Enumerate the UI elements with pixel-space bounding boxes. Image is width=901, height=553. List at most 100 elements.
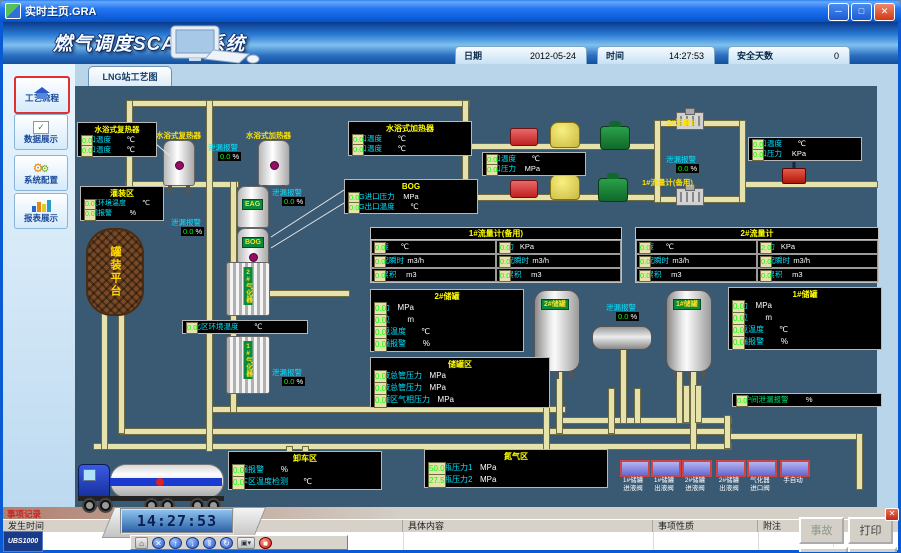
heater-vessel-label: 水浴式加热器 (246, 130, 291, 141)
cell-value: 2.0 (760, 242, 772, 254)
sidebar-item-process-flow[interactable]: 工艺流程 (14, 76, 70, 114)
panel-unloading-area: 卸车区 泄漏报警0.0%卸车区温度检测0.0℃ (228, 451, 382, 490)
panel-title: 2#流量计 (636, 228, 878, 240)
flowmeter-2-label: 2#流量计 (667, 117, 698, 128)
print-button[interactable]: 打印 (848, 517, 893, 544)
vessel-port (249, 253, 258, 262)
table-cell: 总累积0.0m3 (757, 268, 878, 282)
panel-tank-1: 1#储罐 压力0.0MPa液位0.0m环境温度0.0℃泄漏报警0.0% (728, 287, 882, 350)
panel-title: 1#储罐 (732, 289, 878, 300)
pipe-segment (608, 388, 615, 434)
sidebar-item-system-config[interactable]: ⚙⚙ 系统配置 (14, 155, 68, 191)
table-cell: 总累积0.0m3 (496, 268, 621, 282)
panel-unit: % (764, 336, 788, 348)
eag-vessel: EAG (237, 186, 269, 228)
flow-meter-1 (676, 188, 704, 206)
truck-cab (78, 464, 110, 500)
vaporizer-1: 1#气化器 (226, 336, 270, 394)
pipe-segment (683, 385, 690, 423)
panel-row: 出口温度0.0℃ (352, 144, 468, 154)
panel-filling-area: 灌装区 灌区环境温度0.0℃泄漏报警0.0% (80, 186, 164, 221)
window-titlebar[interactable]: 实时主页.GRA ─ □ ✕ (0, 0, 901, 22)
sidebar-item-data-display[interactable]: ✓ 数据展示 (14, 114, 68, 150)
valve-button-tank2-outlet[interactable] (716, 460, 746, 477)
cell-value: 0.0 (374, 270, 386, 282)
cell-unit: m3/h (790, 256, 810, 266)
panel-row: 进口温度0.0℃ (81, 135, 153, 145)
refresh-button[interactable]: ↻ (220, 537, 233, 549)
panel-value: 0.0 (752, 149, 764, 161)
pipe-segment (128, 100, 470, 107)
panel-row: BOG出口温度0.0℃ (348, 202, 474, 212)
minimize-button[interactable]: ─ (828, 3, 849, 21)
water-bath-heater-vessel (258, 140, 290, 186)
table-cell: 标况瞬时0.0m3/h (496, 254, 621, 268)
sidebar-item-report-display[interactable]: 报表展示 (14, 193, 68, 229)
panel-row: 氮气瓶压力150.0MPa (428, 462, 604, 474)
panel-row: 液位0.0m (374, 314, 520, 326)
valve-button-tank1-inlet[interactable] (620, 460, 650, 477)
header-banner: 燃气调度SCADA系统 日期 2012-05-24 时间 14:27:53 安全… (3, 22, 898, 66)
home-button[interactable]: ⌂ (135, 537, 148, 549)
event-record-panel: 事项记录 发生时间 站 名 称 具体内容 事项性质 附注 14:27:53 ⌂ … (3, 507, 898, 550)
pause-button[interactable]: ‖ (203, 537, 216, 549)
table-row: 温度0.0℃压力0.0KPa (371, 240, 621, 254)
cell-unit: ℃ (654, 242, 674, 252)
cell-value: 0.0 (374, 256, 386, 268)
pipe-segment (634, 388, 641, 424)
valve-label: 1#储罐出液阀 (647, 477, 681, 492)
panel-title: 1#流量计(备用) (371, 228, 621, 240)
nav-down-button[interactable]: ↓ (186, 537, 199, 549)
panel-value: 0.0 (374, 338, 387, 352)
panel-bog: BOG BOG进口压力0.0MPaBOG出口温度0.0℃ (344, 179, 478, 214)
panel-unit: ℃ (382, 144, 406, 154)
leak-alarm: 泄漏报警 0.0 % (272, 188, 305, 206)
panel-row: 泄漏报警0.0% (374, 338, 520, 350)
tab-lng-process[interactable]: LNG站工艺图 (88, 66, 172, 87)
cell-unit: KPa (514, 242, 534, 252)
filter-valve (510, 128, 538, 146)
panel-title: 氮气区 (428, 451, 604, 462)
panel-row: 泄漏报警0.0% (232, 464, 378, 476)
close-button[interactable]: ✕ (874, 3, 895, 21)
cell-unit: m3 (397, 270, 417, 280)
cell-unit: m3/h (669, 256, 689, 266)
table-row: 温度0.0℃压力2.0KPa (636, 240, 878, 254)
panel-unit: ℃ (239, 322, 263, 332)
valve-label: 2#储罐进液阀 (678, 477, 712, 492)
panel-value: 0.0 (84, 209, 96, 221)
panel-unit: ℃ (382, 134, 406, 144)
panel-row: 出口温度0.0℃ (81, 145, 153, 155)
pressure-regulator (600, 126, 630, 150)
close-nav-button[interactable]: ✕ (152, 537, 165, 549)
screen-select-button[interactable]: ▣▾ (237, 537, 255, 549)
vaporizer-2-label: 2#气化器 (244, 267, 253, 305)
nav-up-button[interactable]: ↑ (169, 537, 182, 549)
table-cell: 日累积0.0m3 (371, 268, 496, 282)
panel-tank-2: 2#储罐 压力0.0MPa液位0.0m环境温度0.0℃泄漏报警0.0% (370, 289, 524, 352)
event-panel-close-icon[interactable]: ✕ (885, 508, 899, 521)
cell-value: 0.0 (760, 270, 772, 282)
valve-button-vaporizer-inlet[interactable] (747, 460, 777, 477)
auto-manual-button[interactable] (780, 460, 810, 477)
partial-button[interactable] (799, 547, 848, 552)
stop-button[interactable]: ■ (259, 537, 272, 549)
partial-button[interactable] (848, 547, 897, 552)
accident-button[interactable]: 事故 (799, 517, 844, 544)
leak-alarm: 泄漏报警 0.0 % (666, 155, 699, 173)
storage-tank-1-label: 1#储罐 (673, 299, 701, 310)
pressure-regulator (598, 178, 628, 202)
valve-button-tank1-outlet[interactable] (651, 460, 681, 477)
safe-days-field: 安全天数 0 (728, 46, 850, 64)
panel-heater: 水浴式加热器 进口温度0.0℃出口温度0.0℃ (348, 121, 472, 156)
valve-button-tank2-inlet[interactable] (682, 460, 712, 477)
panel-value: 0.0 (186, 322, 198, 334)
maximize-button[interactable]: □ (851, 3, 872, 21)
panel-row: BOG进口压力0.0MPa (348, 192, 474, 202)
panel-title: 2#储罐 (374, 291, 520, 302)
pipe-segment (676, 370, 683, 424)
computer-graphic (153, 24, 263, 64)
vaporizer-2: 2#气化器 (226, 262, 270, 316)
pipe-segment (739, 120, 746, 203)
valve-label: 手自动 (776, 477, 810, 485)
